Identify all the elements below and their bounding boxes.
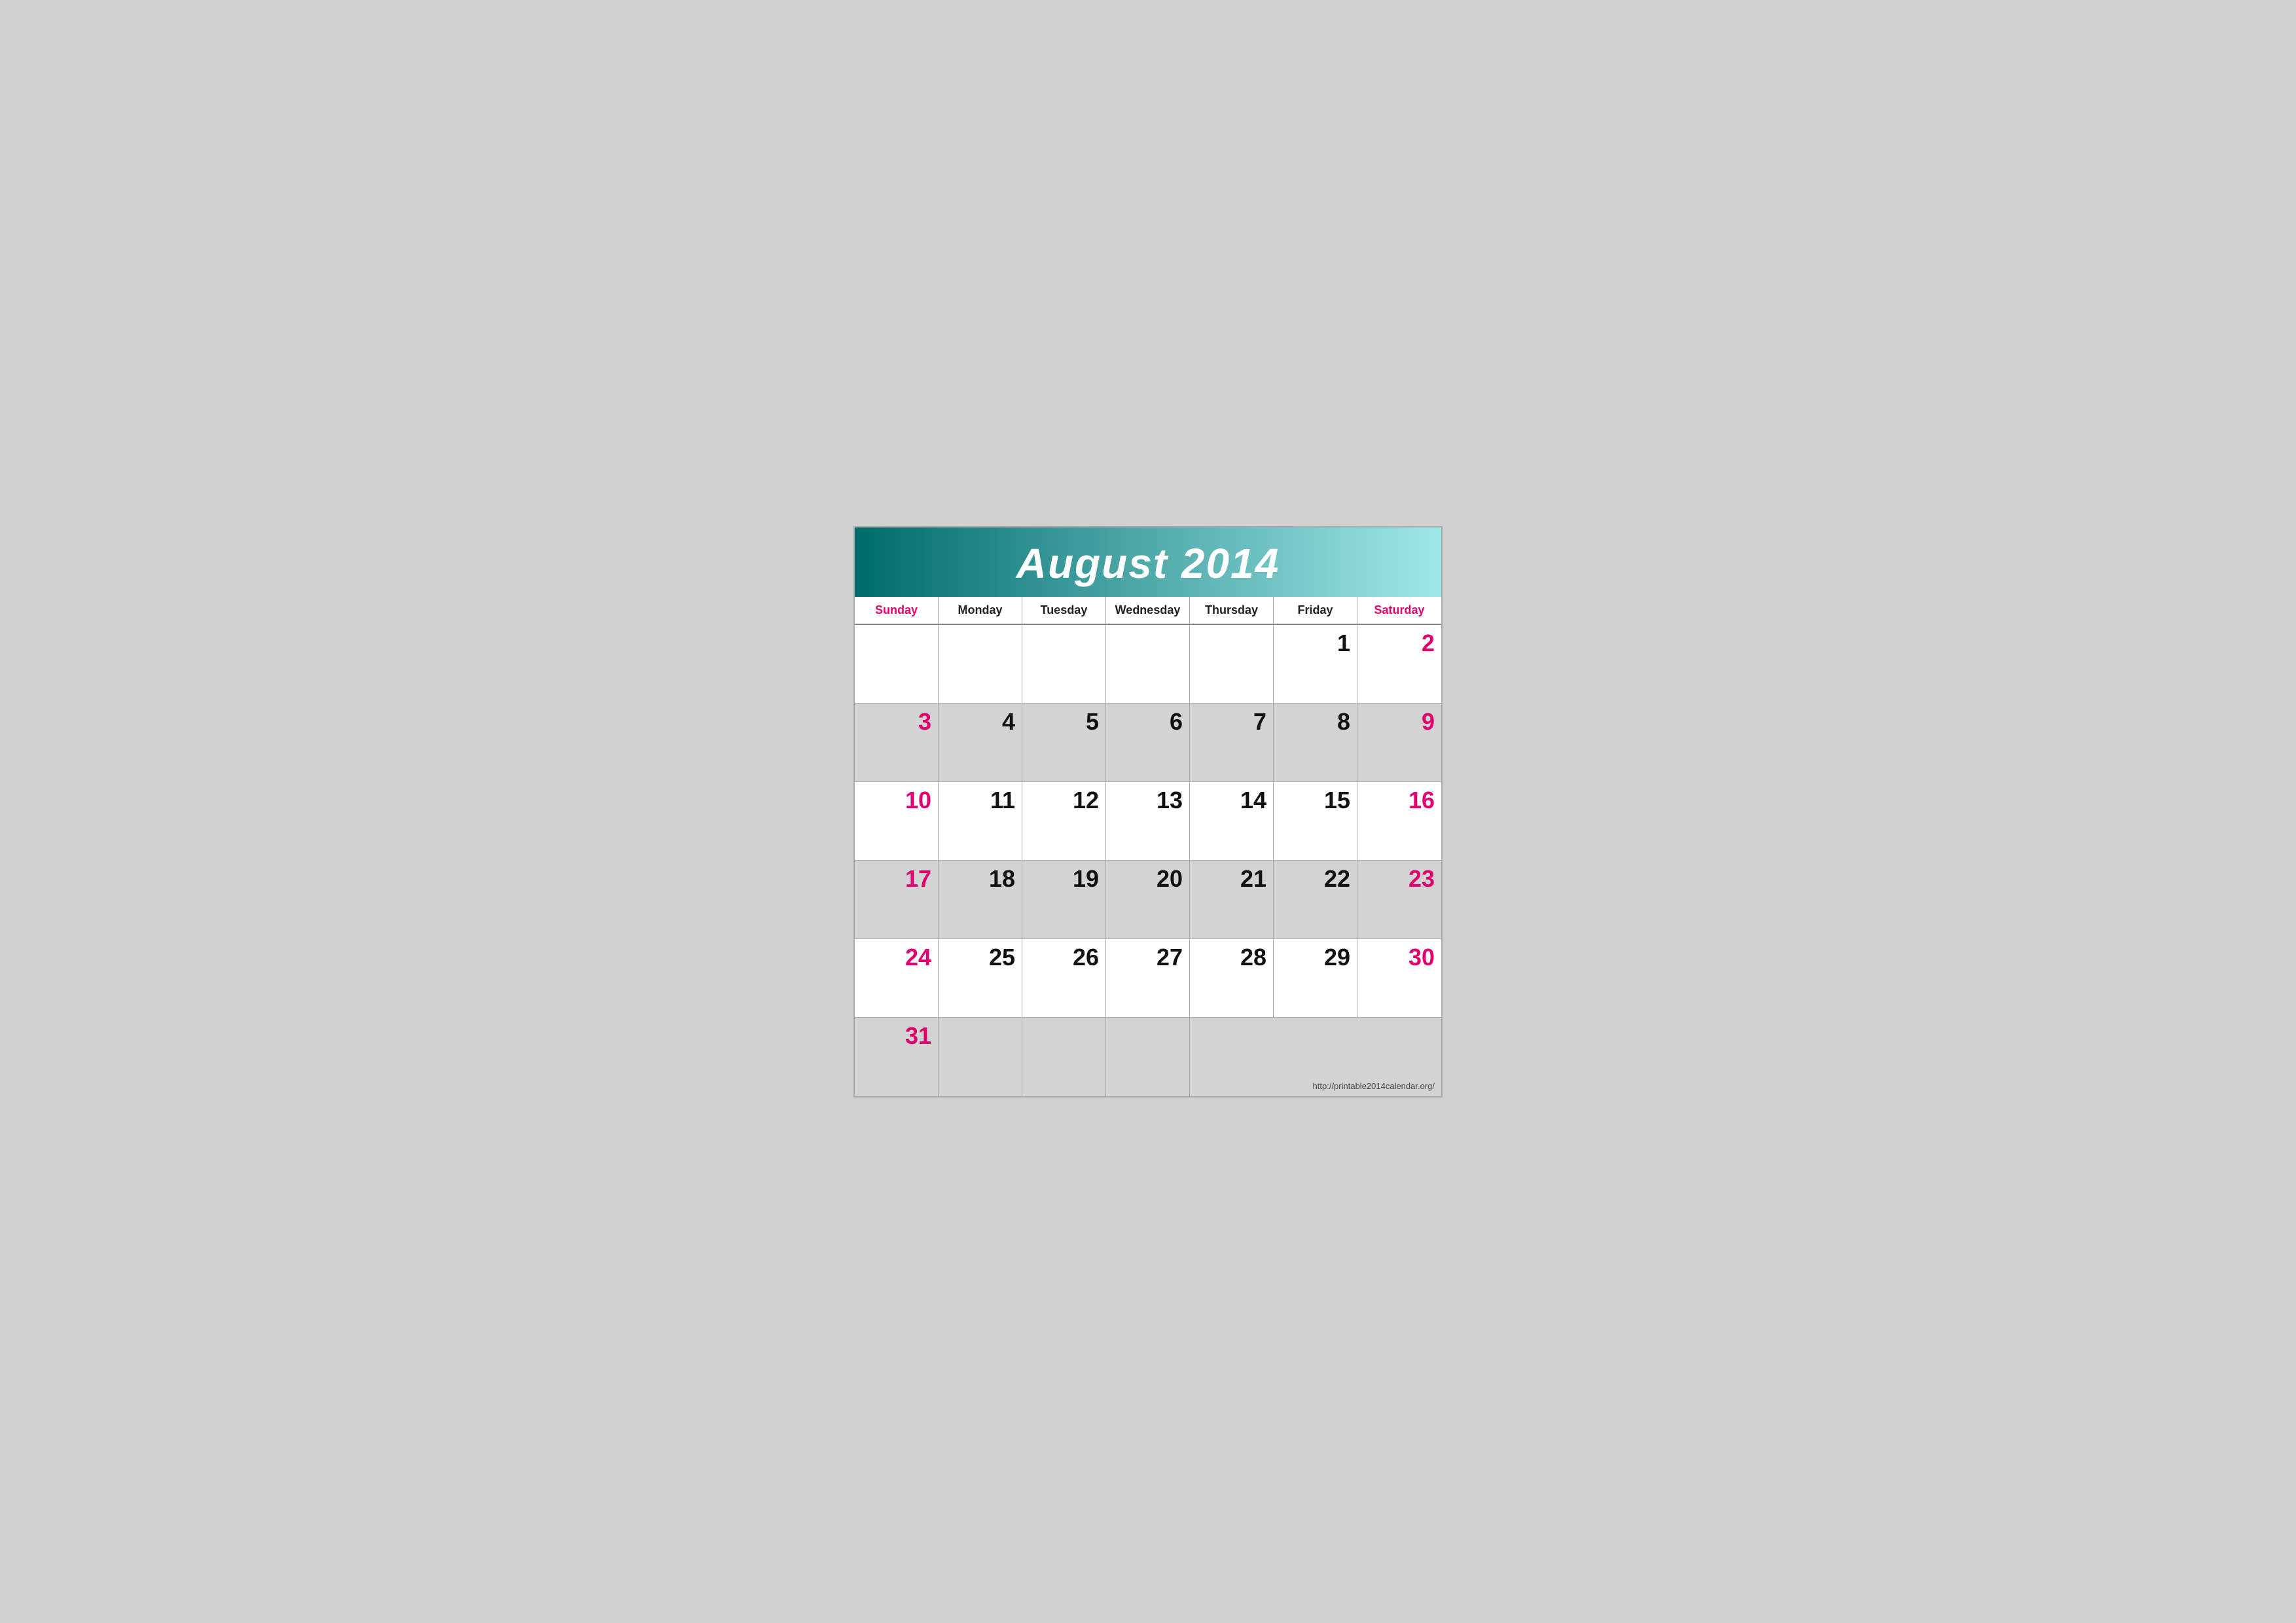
day-number-11: 11 xyxy=(945,787,1015,813)
calendar-cell-29-4-5: 29 xyxy=(1274,939,1357,1018)
calendar-cell-5-1-2: 5 xyxy=(1022,704,1106,782)
day-number-6: 6 xyxy=(1113,709,1183,735)
calendar-cell-27-4-3: 27 xyxy=(1106,939,1190,1018)
calendar-cell-20-3-3: 20 xyxy=(1106,861,1190,939)
calendar-cell-3-1-0: 3 xyxy=(855,704,939,782)
footer-url: http://printable2014calendar.org/ xyxy=(1313,1081,1435,1091)
day-number-31: 31 xyxy=(861,1023,931,1049)
day-number-7: 7 xyxy=(1196,709,1266,735)
calendar-cell-24-4-0: 24 xyxy=(855,939,939,1018)
day-number-2: 2 xyxy=(1364,630,1435,656)
calendar-cell-14-2-4: 14 xyxy=(1190,782,1274,861)
calendar-cell-18-3-1: 18 xyxy=(939,861,1022,939)
day-number-28: 28 xyxy=(1196,944,1266,971)
calendar-cell-23-3-6: 23 xyxy=(1357,861,1441,939)
calendar-cell-2-0-6: 2 xyxy=(1357,625,1441,704)
day-header-sunday: Sunday xyxy=(855,597,939,624)
day-number-17: 17 xyxy=(861,866,931,892)
calendar-cell-10-2-0: 10 xyxy=(855,782,939,861)
calendar-cell-empty-0-2 xyxy=(1022,625,1106,704)
calendar-cell-1-0-5: 1 xyxy=(1274,625,1357,704)
day-header-friday: Friday xyxy=(1274,597,1357,624)
day-number-10: 10 xyxy=(861,787,931,813)
day-number-8: 8 xyxy=(1280,709,1350,735)
day-number-22: 22 xyxy=(1280,866,1350,892)
day-number-27: 27 xyxy=(1113,944,1183,971)
calendar-cell-empty-5-2 xyxy=(1022,1018,1106,1096)
calendar-cell-empty-5-6: http://printable2014calendar.org/ xyxy=(1190,1018,1441,1096)
day-number-16: 16 xyxy=(1364,787,1435,813)
day-number-25: 25 xyxy=(945,944,1015,971)
calendar-cell-22-3-5: 22 xyxy=(1274,861,1357,939)
day-number-5: 5 xyxy=(1029,709,1099,735)
day-number-12: 12 xyxy=(1029,787,1099,813)
calendar-header: August 2014 xyxy=(855,527,1441,597)
calendar-cell-empty-0-4 xyxy=(1190,625,1274,704)
day-number-30: 30 xyxy=(1364,944,1435,971)
calendar-cell-13-2-3: 13 xyxy=(1106,782,1190,861)
calendar-cell-4-1-1: 4 xyxy=(939,704,1022,782)
calendar-cell-28-4-4: 28 xyxy=(1190,939,1274,1018)
calendar-cell-empty-0-3 xyxy=(1106,625,1190,704)
day-number-18: 18 xyxy=(945,866,1015,892)
calendar-cell-12-2-2: 12 xyxy=(1022,782,1106,861)
calendar-cell-21-3-4: 21 xyxy=(1190,861,1274,939)
day-number-29: 29 xyxy=(1280,944,1350,971)
day-header-saturday: Saturday xyxy=(1357,597,1441,624)
day-header-wednesday: Wednesday xyxy=(1106,597,1190,624)
day-headers: SundayMondayTuesdayWednesdayThursdayFrid… xyxy=(855,597,1441,625)
calendar-cell-16-2-6: 16 xyxy=(1357,782,1441,861)
calendar-cell-11-2-1: 11 xyxy=(939,782,1022,861)
day-number-1: 1 xyxy=(1280,630,1350,656)
day-number-26: 26 xyxy=(1029,944,1099,971)
calendar-cell-26-4-2: 26 xyxy=(1022,939,1106,1018)
day-number-23: 23 xyxy=(1364,866,1435,892)
calendar-cell-7-1-4: 7 xyxy=(1190,704,1274,782)
day-number-15: 15 xyxy=(1280,787,1350,813)
calendar-cell-empty-5-1 xyxy=(939,1018,1022,1096)
calendar-cell-empty-0-0 xyxy=(855,625,939,704)
day-number-13: 13 xyxy=(1113,787,1183,813)
calendar-cell-31-5-0: 31 xyxy=(855,1018,939,1096)
day-number-14: 14 xyxy=(1196,787,1266,813)
calendar-cell-25-4-1: 25 xyxy=(939,939,1022,1018)
calendar-cell-19-3-2: 19 xyxy=(1022,861,1106,939)
day-number-4: 4 xyxy=(945,709,1015,735)
calendar: August 2014 SundayMondayTuesdayWednesday… xyxy=(853,526,1443,1097)
calendar-cell-empty-5-3 xyxy=(1106,1018,1190,1096)
day-header-thursday: Thursday xyxy=(1190,597,1274,624)
calendar-cell-17-3-0: 17 xyxy=(855,861,939,939)
calendar-cell-8-1-5: 8 xyxy=(1274,704,1357,782)
calendar-cell-30-4-6: 30 xyxy=(1357,939,1441,1018)
calendar-cell-6-1-3: 6 xyxy=(1106,704,1190,782)
calendar-cell-empty-0-1 xyxy=(939,625,1022,704)
calendar-grid: 1234567891011121314151617181920212223242… xyxy=(855,625,1441,1096)
day-header-tuesday: Tuesday xyxy=(1022,597,1106,624)
calendar-cell-15-2-5: 15 xyxy=(1274,782,1357,861)
calendar-title: August 2014 xyxy=(855,539,1441,588)
calendar-cell-9-1-6: 9 xyxy=(1357,704,1441,782)
day-number-21: 21 xyxy=(1196,866,1266,892)
day-number-9: 9 xyxy=(1364,709,1435,735)
day-header-monday: Monday xyxy=(939,597,1022,624)
day-number-3: 3 xyxy=(861,709,931,735)
day-number-24: 24 xyxy=(861,944,931,971)
day-number-19: 19 xyxy=(1029,866,1099,892)
day-number-20: 20 xyxy=(1113,866,1183,892)
